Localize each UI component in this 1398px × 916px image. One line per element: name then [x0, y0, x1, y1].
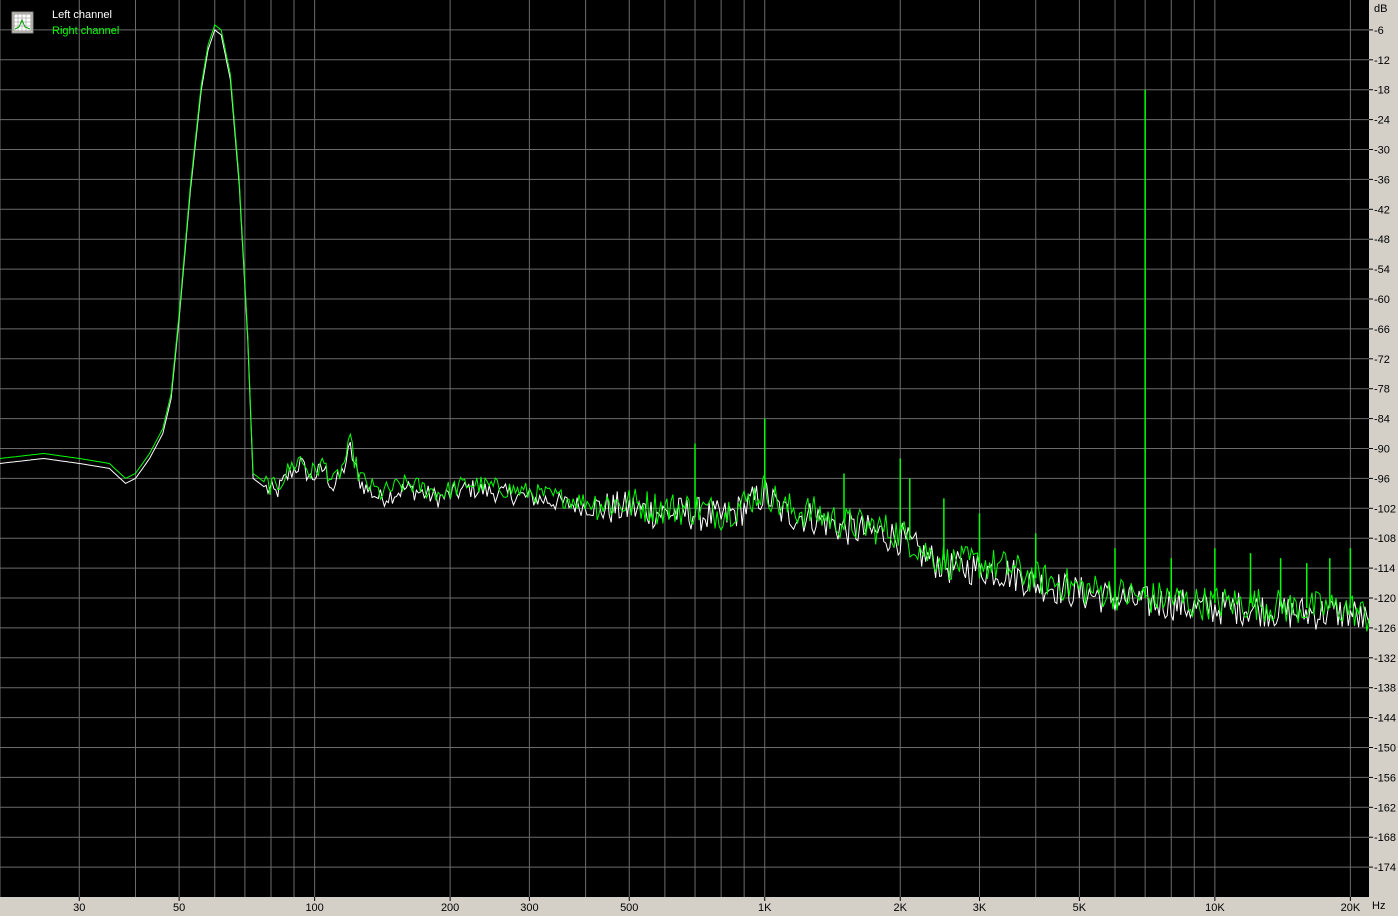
y-tick-label: -162 — [1374, 802, 1396, 814]
legend-left-channel: Left channel — [52, 9, 112, 21]
spectrum-analyzer-window: -6 -12 -18 -24 -30 -36 -42 -48 -54 -60 -66 -72 -78 -8… — [0, 0, 1398, 916]
y-tick-label: -120 — [1374, 593, 1396, 605]
y-axis-unit-label: dB — [1374, 3, 1387, 15]
x-tick-label: 30 — [73, 902, 85, 914]
x-tick-label: 10K — [1205, 902, 1225, 914]
y-tick-label: -96 — [1374, 473, 1390, 485]
y-tick-label: -60 — [1374, 294, 1390, 306]
x-tick-label: 3K — [973, 902, 987, 914]
y-tick-label: -150 — [1374, 743, 1396, 755]
spectrum-chart: -6 -12 -18 -24 -30 -36 -42 -48 -54 -60 -66 -72 -78 -8… — [0, 0, 1398, 916]
x-tick-label: 5K — [1073, 902, 1087, 914]
y-tick-label: -72 — [1374, 354, 1390, 366]
x-tick-label: 500 — [620, 902, 638, 914]
y-tick-label: -54 — [1374, 264, 1390, 276]
y-tick-label: -156 — [1374, 772, 1396, 784]
y-tick-label: -132 — [1374, 653, 1396, 665]
y-tick-label: -90 — [1374, 444, 1390, 456]
spectrum-settings-icon[interactable] — [11, 11, 34, 34]
y-tick-label: -108 — [1374, 533, 1396, 545]
y-tick-label: -78 — [1374, 384, 1390, 396]
x-tick-label: 20K — [1341, 902, 1361, 914]
y-tick-label: -18 — [1374, 85, 1390, 97]
y-tick-label: -36 — [1374, 174, 1390, 186]
x-tick-label: 300 — [520, 902, 538, 914]
y-tick-label: -102 — [1374, 503, 1396, 515]
y-tick-label: -24 — [1374, 115, 1390, 127]
x-tick-label: 2K — [894, 902, 908, 914]
legend-right-channel: Right channel — [52, 25, 119, 37]
y-tick-label: -84 — [1374, 414, 1390, 426]
x-axis-unit-label: Hz — [1372, 900, 1385, 912]
x-tick-label: 100 — [305, 902, 323, 914]
y-tick-label: -6 — [1374, 25, 1384, 37]
y-tick-label: -12 — [1374, 55, 1390, 67]
y-tick-label: -42 — [1374, 204, 1390, 216]
y-tick-label: -138 — [1374, 683, 1396, 695]
y-tick-label: -66 — [1374, 324, 1390, 336]
y-tick-label: -114 — [1374, 563, 1395, 575]
y-tick-label: -168 — [1374, 832, 1396, 844]
x-tick-label: 200 — [441, 902, 459, 914]
y-tick-label: -174 — [1374, 862, 1396, 874]
y-tick-label: -144 — [1374, 713, 1396, 725]
y-tick-label: -126 — [1374, 623, 1396, 635]
y-tick-label: -48 — [1374, 234, 1390, 246]
y-tick-label: -30 — [1374, 145, 1390, 157]
x-tick-label: 1K — [758, 902, 772, 914]
x-tick-label: 50 — [173, 902, 185, 914]
